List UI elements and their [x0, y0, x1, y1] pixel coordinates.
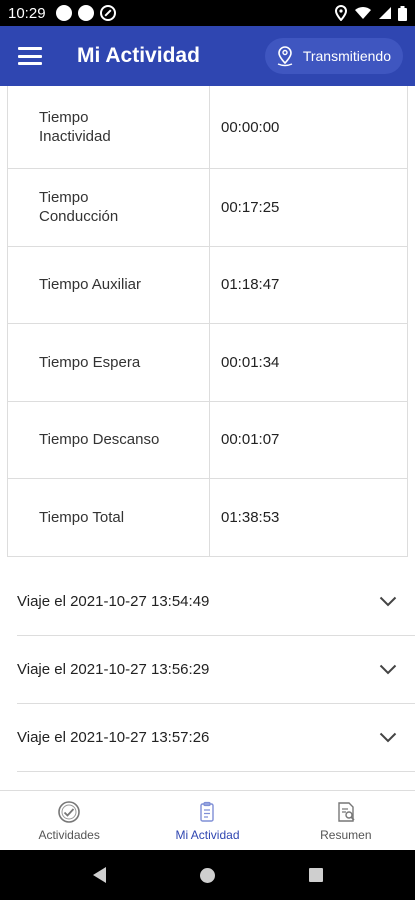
status-left: 10:29: [8, 5, 116, 22]
chevron-down-icon: [379, 664, 397, 675]
table-row: Tiempo Total 01:38:53: [8, 478, 407, 556]
menu-button[interactable]: [18, 47, 42, 65]
chevron-down-icon: [379, 732, 397, 743]
check-circle-icon: [58, 800, 80, 823]
row-value: 01:38:53: [221, 508, 280, 526]
app-bar: Mi Actividad Transmitiendo: [0, 26, 415, 86]
row-label-text: Tiempo Conducción: [39, 188, 119, 226]
row-value: 00:00:00: [221, 118, 280, 136]
table-row: Tiempo Conducción 00:17:25: [8, 168, 407, 246]
nav-label: Actividades: [38, 827, 100, 842]
do-not-disturb-icon: [99, 5, 116, 21]
menu-icon-bar: [18, 47, 42, 50]
trip-item[interactable]: Viaje el 2021-10-27 13:54:49: [17, 568, 415, 636]
menu-icon-bar: [18, 54, 42, 58]
notification-dot-icon: [55, 5, 72, 21]
nav-resumen[interactable]: Resumen: [277, 791, 415, 850]
status-right: [334, 5, 407, 21]
table-row: Tiempo Espera 00:01:34: [8, 323, 407, 401]
row-label: Tiempo Total: [8, 479, 210, 556]
location-person-icon: [277, 46, 293, 67]
menu-icon-bar: [18, 62, 42, 65]
document-search-icon: [338, 801, 355, 822]
transmitting-button[interactable]: Transmitiendo: [264, 38, 403, 74]
row-value: 00:01:34: [221, 353, 280, 371]
nav-mi-actividad[interactable]: Mi Actividad: [138, 791, 276, 850]
row-label: Tiempo Conducción: [8, 169, 210, 246]
wifi-icon: [355, 6, 371, 19]
clipboard-icon: [200, 801, 215, 822]
nav-label: Resumen: [320, 827, 372, 842]
recent-apps-icon[interactable]: [308, 868, 323, 882]
transmitting-label: Transmitiendo: [302, 48, 391, 64]
row-value: 01:18:47: [221, 276, 280, 294]
notification-dot-icon: [77, 5, 94, 21]
row-label: Tiempo Auxiliar: [8, 246, 210, 323]
signal-icon: [379, 7, 391, 19]
trip-label: Viaje el 2021-10-27 13:54:49: [17, 593, 210, 610]
trip-label: Viaje el 2021-10-27 13:57:26: [17, 729, 210, 746]
battery-icon: [398, 5, 407, 21]
chevron-down-icon: [379, 596, 397, 607]
location-icon: [334, 5, 348, 21]
bottom-navigation: Actividades Mi Actividad Resumen: [0, 790, 415, 850]
activity-table: Tiempo Inactividad 00:00:00 Tiempo Condu…: [7, 86, 408, 557]
page-title: Mi Actividad: [77, 44, 200, 67]
row-label: Tiempo Espera: [8, 324, 210, 401]
table-row: Tiempo Inactividad 00:00:00: [8, 86, 407, 168]
trip-label: Viaje el 2021-10-27 13:56:29: [17, 661, 210, 678]
table-row: Tiempo Auxiliar 01:18:47: [8, 245, 407, 323]
back-icon[interactable]: [92, 867, 106, 883]
row-label: Tiempo Descanso: [8, 401, 210, 478]
home-icon[interactable]: [199, 867, 215, 883]
row-label: Tiempo Inactividad: [8, 86, 210, 168]
nav-label: Mi Actividad: [175, 827, 240, 842]
trip-item[interactable]: Viaje el 2021-10-27 13:57:26: [17, 704, 415, 772]
row-value: 00:01:07: [221, 431, 280, 449]
table-row: Tiempo Descanso 00:01:07: [8, 400, 407, 478]
system-navigation-bar: [0, 850, 415, 900]
row-value: 00:17:25: [221, 198, 280, 216]
status-time: 10:29: [8, 4, 46, 22]
trip-item[interactable]: Viaje el 2021-10-27 13:56:29: [17, 636, 415, 704]
row-label-text: Tiempo Inactividad: [39, 108, 111, 146]
nav-actividades[interactable]: Actividades: [0, 791, 138, 850]
status-bar: 10:29: [0, 0, 415, 26]
